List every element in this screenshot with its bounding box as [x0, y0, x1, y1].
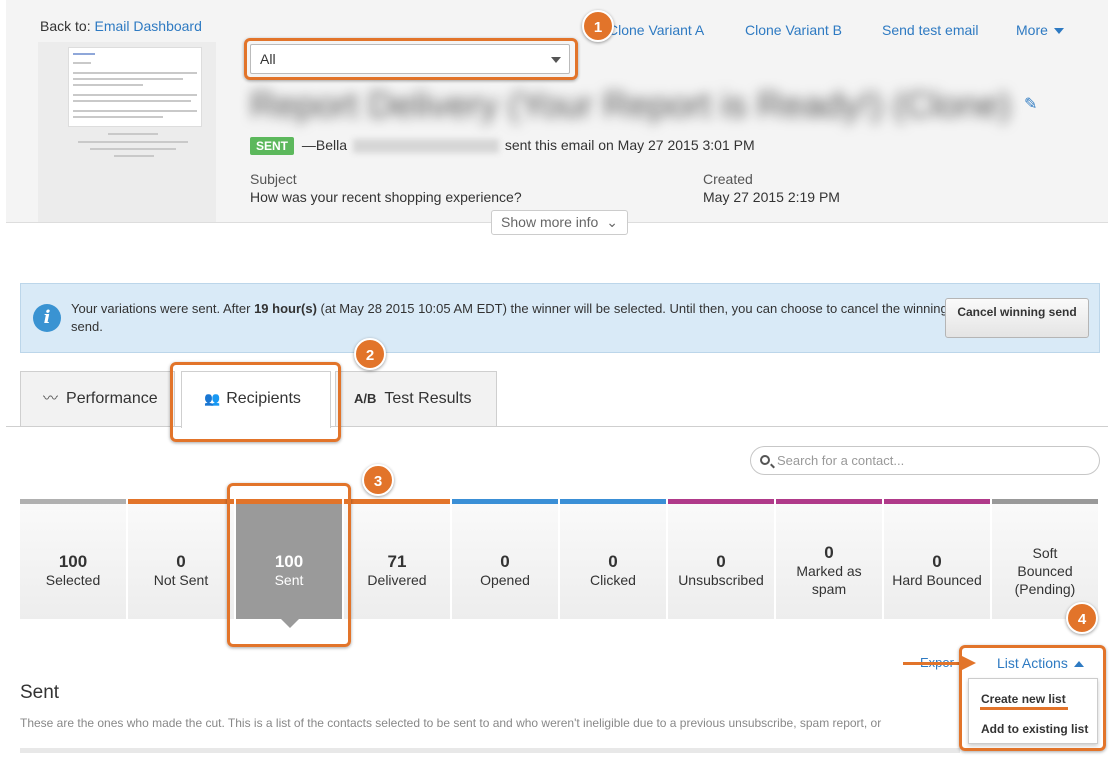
stat-clicked[interactable]: 0 Clicked [560, 499, 666, 619]
cancel-winning-send-button[interactable]: Cancel winning send [945, 298, 1089, 338]
sent-timestamp: sent this email on May 27 2015 3:01 PM [504, 137, 755, 153]
stat-label: Marked as spam [796, 563, 862, 597]
tab-performance[interactable]: 〰 Performance [20, 371, 175, 427]
step-marker: 3 [362, 464, 394, 496]
email-details-page: Back to: Email Dashboard Clone Variant A… [0, 0, 1114, 762]
stat-value: 0 [500, 552, 510, 571]
stat-label: Selected [45, 572, 101, 588]
stat-unsubscribed[interactable]: 0 Unsubscribed [668, 499, 774, 619]
more-menu[interactable]: More [1016, 22, 1064, 38]
email-thumbnail[interactable] [38, 42, 216, 222]
clone-variant-a-link[interactable]: Clone Variant A [608, 22, 704, 38]
chevron-down-icon [1053, 28, 1064, 35]
more-label: More [1016, 22, 1048, 38]
pencil-icon[interactable]: ✎ [1024, 94, 1040, 113]
stat-value: 0 [716, 552, 726, 571]
email-dashboard-link[interactable]: Email Dashboard [94, 18, 201, 34]
stat-selected[interactable]: 100 Selected [20, 499, 126, 619]
back-nav: Back to: Email Dashboard [40, 18, 202, 34]
show-more-info-button[interactable]: Show more info ⌄ [491, 210, 628, 235]
people-icon: 👥 [204, 391, 221, 406]
stat-color-bar [992, 499, 1098, 504]
stat-color-bar [344, 499, 450, 504]
stat-color-bar [884, 499, 990, 504]
stat-soft-bounced-pending[interactable]: Soft Bounced (Pending) [992, 499, 1098, 619]
stat-value: 71 [387, 552, 407, 571]
search-icon [760, 455, 770, 465]
stat-label: Clicked [590, 572, 636, 588]
stat-color-bar [776, 499, 882, 504]
pointer-arrow [903, 662, 963, 665]
stat-value: 0 [176, 552, 186, 571]
stat-value: 0 [824, 543, 834, 562]
tab-recipients[interactable]: 👥 Recipients [181, 371, 331, 428]
banner-message: Your variations were sent. After 19 hour… [71, 301, 948, 334]
send-status: SENT —Bella sent this email on May 27 20… [250, 137, 755, 155]
stat-color-bar [452, 499, 558, 504]
stat-opened[interactable]: 0 Opened [452, 499, 558, 619]
sender-name: —Bella [301, 137, 348, 153]
tab-label: Recipients [226, 390, 301, 407]
stat-color-bar [560, 499, 666, 504]
highlight-box [244, 38, 578, 80]
send-test-email-link[interactable]: Send test email [882, 22, 979, 38]
section-title: Sent [20, 682, 60, 703]
stat-label: Unsubscribed [678, 572, 764, 588]
stat-value: 0 [932, 552, 942, 571]
section-description: These are the ones who made the cut. Thi… [20, 716, 882, 730]
tab-test-results[interactable]: A/B Test Results [335, 371, 497, 427]
stat-marked-as-spam[interactable]: 0 Marked as spam [776, 499, 882, 619]
back-prefix: Back to: [40, 18, 91, 34]
stat-label: Opened [480, 572, 530, 588]
pulse-icon: 〰 [43, 390, 59, 407]
stat-value: 0 [608, 552, 618, 571]
sender-email-redacted [352, 139, 499, 154]
stat-label: Hard Bounced [892, 572, 982, 588]
tab-label: Performance [66, 390, 158, 407]
highlight-box [227, 483, 351, 647]
stat-color-bar [668, 499, 774, 504]
stat-label: Not Sent [153, 572, 209, 588]
highlight-box [959, 645, 1106, 751]
contact-search-input[interactable]: Search for a contact... [750, 446, 1100, 475]
info-icon: i [33, 304, 61, 332]
stat-not-sent[interactable]: 0 Not Sent [128, 499, 234, 619]
clone-variant-b-link[interactable]: Clone Variant B [745, 22, 842, 38]
stat-value: 100 [58, 552, 88, 571]
table-header-strip [20, 748, 960, 753]
ab-icon: A/B [354, 391, 377, 406]
step-marker: 2 [354, 338, 386, 370]
stat-label: Delivered [367, 572, 427, 588]
status-badge: SENT [250, 137, 295, 155]
created-label: Created [703, 171, 753, 187]
step-marker: 1 [582, 10, 614, 42]
step-marker: 4 [1066, 602, 1098, 634]
stat-color-bar [20, 499, 126, 504]
tab-label: Test Results [384, 390, 472, 407]
created-value: May 27 2015 2:19 PM [703, 189, 840, 205]
stat-label: Soft Bounced (Pending) [1014, 545, 1076, 597]
stat-delivered[interactable]: 71 Delivered [344, 499, 450, 619]
chevron-down-icon: ⌄ [606, 214, 618, 230]
stat-hard-bounced[interactable]: 0 Hard Bounced [884, 499, 990, 619]
subject-label: Subject [250, 171, 297, 187]
winner-info-banner: i Your variations were sent. After 19 ho… [20, 283, 1100, 353]
stat-color-bar [128, 499, 234, 504]
thumbnail-preview [68, 47, 202, 127]
subject-value: How was your recent shopping experience? [250, 189, 522, 205]
show-more-label: Show more info [501, 214, 599, 230]
search-placeholder: Search for a contact... [777, 453, 905, 468]
email-title: Report Delivery (Your Report is Ready!) … [250, 84, 1011, 124]
